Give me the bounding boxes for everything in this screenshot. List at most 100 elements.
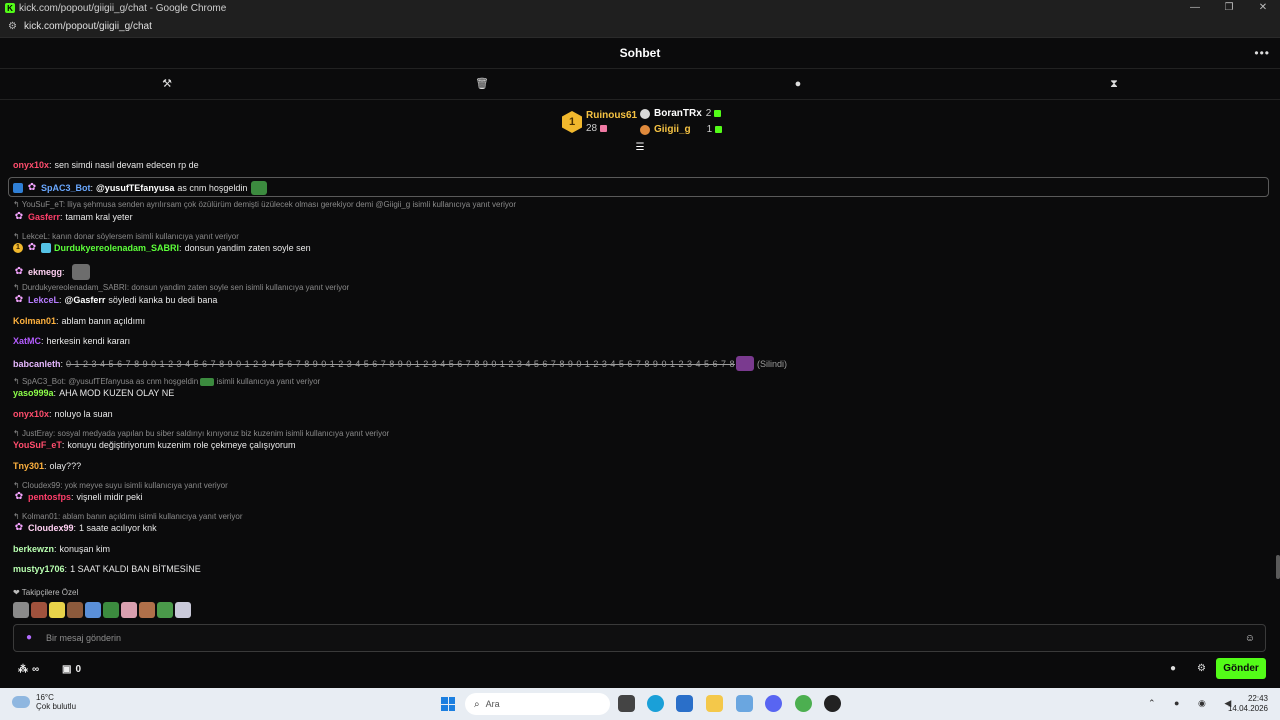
username[interactable]: babcanleth: [13, 359, 61, 369]
file-explorer-icon[interactable]: [706, 695, 723, 712]
chat-message[interactable]: ✿ ekmegg:: [13, 264, 90, 280]
chat-rules-icon[interactable]: ●: [1170, 663, 1176, 674]
chat-message[interactable]: ✿ pentosfps: vişneli midir peki: [13, 492, 143, 503]
emote-icon[interactable]: [67, 602, 83, 618]
username[interactable]: pentosfps: [28, 492, 71, 502]
store-icon[interactable]: [676, 695, 693, 712]
emote-icon[interactable]: [157, 602, 173, 618]
emote-icon[interactable]: [31, 602, 47, 618]
chat-message[interactable]: onyx10x: noluyo la suan: [13, 409, 113, 419]
gift-count[interactable]: ▣ 0: [62, 664, 81, 675]
username[interactable]: berkewzn: [13, 544, 54, 554]
username[interactable]: ekmegg: [28, 267, 62, 277]
username[interactable]: Cloudex99: [28, 523, 74, 533]
chat-message-deleted[interactable]: babcanleth: 0 1 2 3 4 5 6 7 8 9 0 1 2 3 …: [13, 356, 787, 371]
reply-context[interactable]: ↰ LekceL: kanın donar söylersem isimli k…: [13, 232, 239, 241]
windows-start-icon[interactable]: [441, 697, 455, 711]
points-display[interactable]: ⁂ ∞: [18, 664, 39, 675]
discord-icon[interactable]: [765, 695, 782, 712]
chat-message[interactable]: berkewzn: konuşan kim: [13, 544, 110, 554]
chat-message[interactable]: ✿ Gasferr: tamam kral yeter: [13, 212, 133, 223]
chat-message[interactable]: XatMC: herkesin kendi kararı: [13, 336, 130, 346]
emote-icon[interactable]: [13, 602, 29, 618]
more-options-icon[interactable]: •••: [1254, 46, 1270, 60]
username[interactable]: Gasferr: [28, 212, 60, 222]
leaderboard-first[interactable]: 1 Ruinous61 28: [562, 110, 637, 134]
trash-icon[interactable]: 🗑: [475, 77, 489, 91]
username[interactable]: LekceL: [28, 295, 59, 305]
chat-message[interactable]: ✿ LekceL: @Gasferr söyledi kanka bu dedi…: [13, 295, 218, 306]
taskbar-search[interactable]: ⌕ Ara: [465, 693, 610, 715]
chat-messages: onyx10x: sen simdi nasıl devam edecen rp…: [0, 152, 1270, 582]
address-bar[interactable]: ⚙ kick.com/popout/giigii_g/chat: [0, 16, 1280, 38]
chat-message[interactable]: ✿ Cloudex99: 1 saate acılıyor knk: [13, 523, 157, 534]
message-text: AHA MOD KUZEN OLAY NE: [59, 388, 175, 398]
username[interactable]: Durdukyereolenadam_SABRI: [54, 243, 179, 253]
chat-message[interactable]: onyx10x: sen simdi nasıl devam edecen rp…: [13, 160, 199, 170]
weather-condition: Çok bulutlu: [36, 702, 77, 711]
emote-icon[interactable]: [175, 602, 191, 618]
clock[interactable]: 22:43 14.04.2026: [1228, 694, 1268, 714]
message-input[interactable]: [46, 633, 1245, 643]
reply-context[interactable]: ↰ YouSuF_eT: lliya şehmusa senden ayrılı…: [13, 200, 516, 209]
system-tray-icons[interactable]: ⌃ ● ◉ ◀: [1148, 698, 1239, 709]
emote-icon[interactable]: [121, 602, 137, 618]
chat-message[interactable]: Kolman01: ablam banın açıldımı: [13, 316, 145, 326]
username[interactable]: yaso999a: [13, 388, 54, 398]
message-text: ablam banın açıldımı: [61, 316, 146, 326]
chat-message[interactable]: YouSuF_eT: konuyu değiştiriyorum kuzenim…: [13, 440, 295, 450]
chat-scrollbar[interactable]: [1276, 555, 1280, 579]
chrome-icon[interactable]: [795, 695, 812, 712]
url-text[interactable]: kick.com/popout/giigii_g/chat: [24, 21, 152, 32]
message-text: as cnm hoşgeldin: [177, 183, 248, 193]
window-titlebar: K kick.com/popout/giigii_g/chat - Google…: [0, 0, 1280, 16]
mention[interactable]: @yusufTEfanyusa: [96, 183, 174, 193]
chat-message[interactable]: Tny301: olay???: [13, 461, 81, 471]
app-icon[interactable]: [736, 695, 753, 712]
username[interactable]: Kolman01: [13, 316, 56, 326]
send-button[interactable]: Gönder: [1216, 658, 1266, 679]
microphone-icon[interactable]: ●: [26, 632, 36, 644]
pepe-emote-icon: [200, 377, 215, 386]
emote-icon[interactable]: [103, 602, 119, 618]
hourglass-icon[interactable]: ⧗: [1107, 77, 1121, 91]
chat-message[interactable]: yaso999a: AHA MOD KUZEN OLAY NE: [13, 388, 174, 398]
cloud-icon: [12, 696, 30, 708]
site-info-icon[interactable]: ⚙: [8, 21, 18, 32]
username[interactable]: YouSuF_eT: [13, 440, 62, 450]
reply-context[interactable]: ↰ Cloudex99: yok meyve suyu isimli kulla…: [13, 481, 228, 490]
chat-message[interactable]: ✿ SpAC3_Bot: @yusufTEfanyusa as cnm hoşg…: [13, 181, 268, 195]
emoji-picker-icon[interactable]: ☺: [1245, 633, 1255, 644]
edge-icon[interactable]: [647, 695, 664, 712]
leaderboard-second[interactable]: BoranTRx 2: [640, 108, 722, 119]
minimize-icon[interactable]: —: [1178, 0, 1212, 16]
hammer-icon[interactable]: ⚒: [160, 77, 174, 91]
reply-context[interactable]: ↰ SpAC3_Bot: @yusufTEfanyusa as cnm hoşg…: [13, 377, 320, 386]
message-text: konuyu değiştiriyorum kuzenim role çekme…: [67, 440, 296, 450]
task-view-icon[interactable]: [618, 695, 635, 712]
restore-icon[interactable]: ❐: [1212, 0, 1246, 16]
reply-context[interactable]: ↰ Durdukyereolenadam_SABRI: donsun yandi…: [13, 283, 349, 292]
emote-icon[interactable]: [139, 602, 155, 618]
reply-context[interactable]: ↰ Kolman01: ablam banın açıldımı isimli …: [13, 512, 242, 521]
username[interactable]: XatMC: [13, 336, 41, 346]
reply-context[interactable]: ↰ JustEray: sosyal medyada yapılan bu si…: [13, 429, 389, 438]
settings-gear-icon[interactable]: ⚙: [1197, 663, 1206, 674]
butterfly-badge-icon: ✿: [27, 242, 37, 253]
chat-bubble-icon[interactable]: ●: [791, 77, 805, 91]
emote-icon[interactable]: [85, 602, 101, 618]
username[interactable]: SpAC3_Bot: [41, 183, 91, 193]
github-icon[interactable]: [824, 695, 841, 712]
mention[interactable]: @Gasferr: [65, 295, 106, 305]
weather-widget[interactable]: 16°C Çok bulutlu: [12, 693, 76, 711]
username[interactable]: Tny301: [13, 461, 44, 471]
leaderboard-third-count: 1: [706, 124, 713, 135]
leaderboard-third[interactable]: Giigii_g 1: [640, 124, 723, 135]
emote-icon[interactable]: [49, 602, 65, 618]
username[interactable]: mustyy1706: [13, 564, 65, 574]
username[interactable]: onyx10x: [13, 160, 49, 170]
close-icon[interactable]: ✕: [1246, 0, 1280, 16]
chat-message[interactable]: mustyy1706: 1 SAAT KALDI BAN BİTMESİNE: [13, 564, 201, 574]
chat-message[interactable]: 1 ✿ Durdukyereolenadam_SABRI: donsun yan…: [13, 243, 311, 253]
username[interactable]: onyx10x: [13, 409, 49, 419]
